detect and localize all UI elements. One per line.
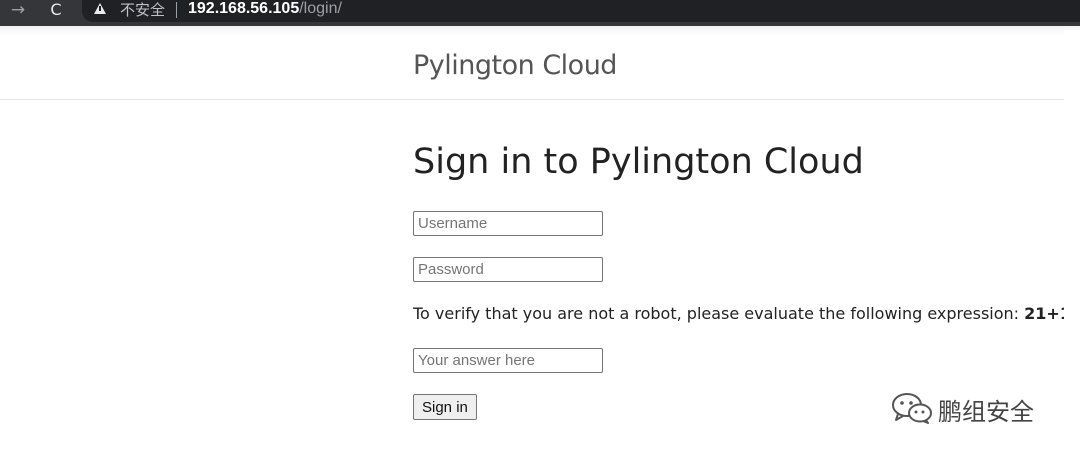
captcha-prompt-text: To verify that you are not a robot, plea… [413, 304, 1025, 323]
password-input[interactable] [413, 257, 603, 282]
page-scrollbar[interactable] [1064, 30, 1080, 456]
captcha-prompt: To verify that you are not a robot, plea… [413, 304, 1064, 323]
wechat-logo-icon [892, 393, 932, 424]
sign-in-button[interactable]: Sign in [413, 394, 477, 420]
page-title: Sign in to Pylington Cloud [413, 142, 864, 182]
captcha-answer-input[interactable] [413, 348, 603, 373]
watermark-text: 鹏组安全 [938, 398, 1034, 426]
address-separator [176, 2, 177, 18]
site-brand[interactable]: Pylington Cloud [413, 50, 617, 81]
warning-mark [99, 6, 101, 11]
security-status-label[interactable]: 不安全 [120, 1, 165, 19]
username-input[interactable] [413, 211, 603, 236]
address-bar[interactable]: 不安全 192.168.56.105/login/ [82, 0, 1080, 22]
header-divider [0, 99, 1064, 100]
url-path: /login/ [299, 0, 342, 17]
url-text[interactable]: 192.168.56.105/login/ [188, 0, 342, 18]
url-host: 192.168.56.105 [188, 0, 300, 17]
captcha-expression: 21+1 [1024, 304, 1064, 323]
arrow-right-icon[interactable]: → [6, 0, 30, 22]
reload-icon[interactable]: C [44, 0, 68, 22]
toolbar-shadow [0, 26, 1080, 36]
browser-toolbar: → C 不安全 192.168.56.105/login/ [0, 0, 1080, 26]
